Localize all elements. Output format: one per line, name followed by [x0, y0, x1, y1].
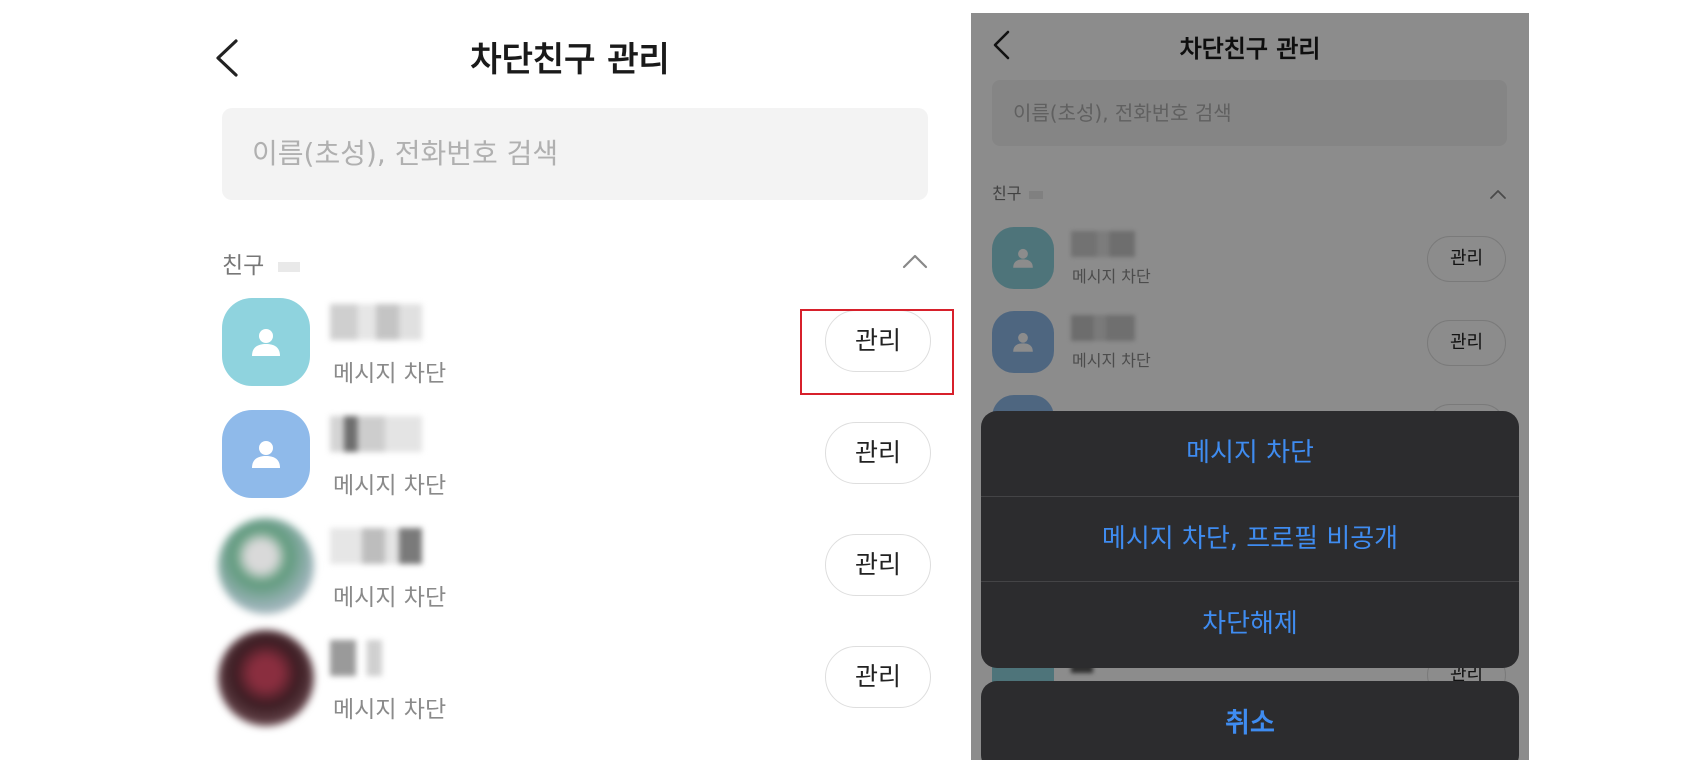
block-status: 메시지 차단	[333, 697, 447, 723]
chevron-left-icon	[216, 39, 238, 77]
back-button[interactable]	[212, 38, 244, 78]
action-sheet: 메시지 차단 메시지 차단, 프로필 비공개 차단해제	[981, 411, 1519, 668]
option-block-messages-hide-profile[interactable]: 메시지 차단, 프로필 비공개	[981, 497, 1519, 583]
avatar	[218, 630, 314, 726]
option-block-messages[interactable]: 메시지 차단	[981, 411, 1519, 497]
manage-button[interactable]: 관리	[825, 646, 931, 708]
manage-button[interactable]: 관리	[825, 422, 931, 484]
action-sheet-screen: 차단친구 관리 이름(초성), 전화번호 검색 친구 메시지 차단 관리 메시지…	[971, 13, 1529, 760]
chevron-up-icon	[902, 254, 928, 269]
manage-button[interactable]: 관리	[825, 534, 931, 596]
friend-count-redacted	[278, 261, 301, 272]
cancel-button[interactable]: 취소	[981, 681, 1519, 760]
name-redacted	[330, 416, 422, 452]
name-redacted	[330, 528, 422, 564]
collapse-button[interactable]	[902, 252, 928, 270]
name-redacted	[330, 304, 422, 340]
avatar	[222, 410, 310, 498]
block-status: 메시지 차단	[333, 473, 447, 499]
list-item: 메시지 차단 관리	[0, 518, 960, 634]
name-redacted	[330, 640, 382, 676]
list-item: 메시지 차단 관리	[0, 410, 960, 522]
avatar	[218, 518, 314, 614]
block-status: 메시지 차단	[333, 361, 447, 387]
list-item: 메시지 차단 관리	[0, 630, 960, 746]
block-list-screen: 차단친구 관리 이름(초성), 전화번호 검색 친구 메시지 차단 관리 메시지	[0, 0, 960, 760]
search-input[interactable]: 이름(초성), 전화번호 검색	[222, 108, 928, 200]
avatar	[222, 298, 310, 386]
person-icon	[252, 329, 280, 356]
page-title: 차단친구 관리	[470, 40, 670, 80]
option-unblock[interactable]: 차단해제	[981, 582, 1519, 668]
block-status: 메시지 차단	[333, 585, 447, 611]
section-header-friends: 친구	[222, 246, 301, 280]
section-label: 친구	[222, 253, 265, 279]
person-icon	[252, 441, 280, 468]
highlight-box	[800, 309, 954, 395]
